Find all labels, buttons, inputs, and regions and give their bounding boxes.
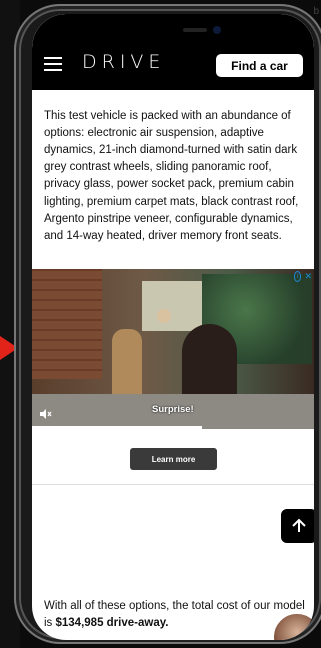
arrow-up-icon: [292, 518, 306, 532]
ad-scene-wall: [32, 269, 102, 379]
camera-dot: [213, 26, 221, 34]
divider: [32, 484, 314, 485]
article-paragraph: This test vehicle is packed with an abun…: [44, 109, 299, 242]
ad-scene-balloon: [157, 309, 171, 323]
adchoices-icon[interactable]: i ✕: [294, 270, 312, 282]
drive-logo[interactable]: DRIVE: [82, 51, 165, 73]
speaker-slot: [183, 28, 207, 32]
cost-paragraph: With all of these options, the total cos…: [44, 598, 306, 632]
ad-progress-bar: [32, 426, 202, 429]
phone-notch: [151, 20, 247, 42]
phone-screen: DRIVE Find a car This test vehicle is pa…: [32, 14, 314, 640]
corner-label: b: [313, 6, 319, 17]
hamburger-menu-icon[interactable]: [44, 57, 62, 71]
info-icon[interactable]: i: [294, 270, 302, 282]
cost-value: $134,985 drive-away.: [55, 616, 169, 629]
scroll-to-top-button[interactable]: [281, 509, 314, 543]
close-icon[interactable]: ✕: [304, 271, 312, 282]
muted-speaker-icon[interactable]: [38, 407, 52, 421]
ad-scene-window: [142, 281, 202, 331]
find-a-car-button[interactable]: Find a car: [216, 54, 303, 77]
learn-more-button[interactable]: Learn more: [130, 448, 217, 470]
video-ad[interactable]: Surprise!: [32, 269, 314, 429]
ad-caption: Surprise!: [152, 404, 194, 415]
